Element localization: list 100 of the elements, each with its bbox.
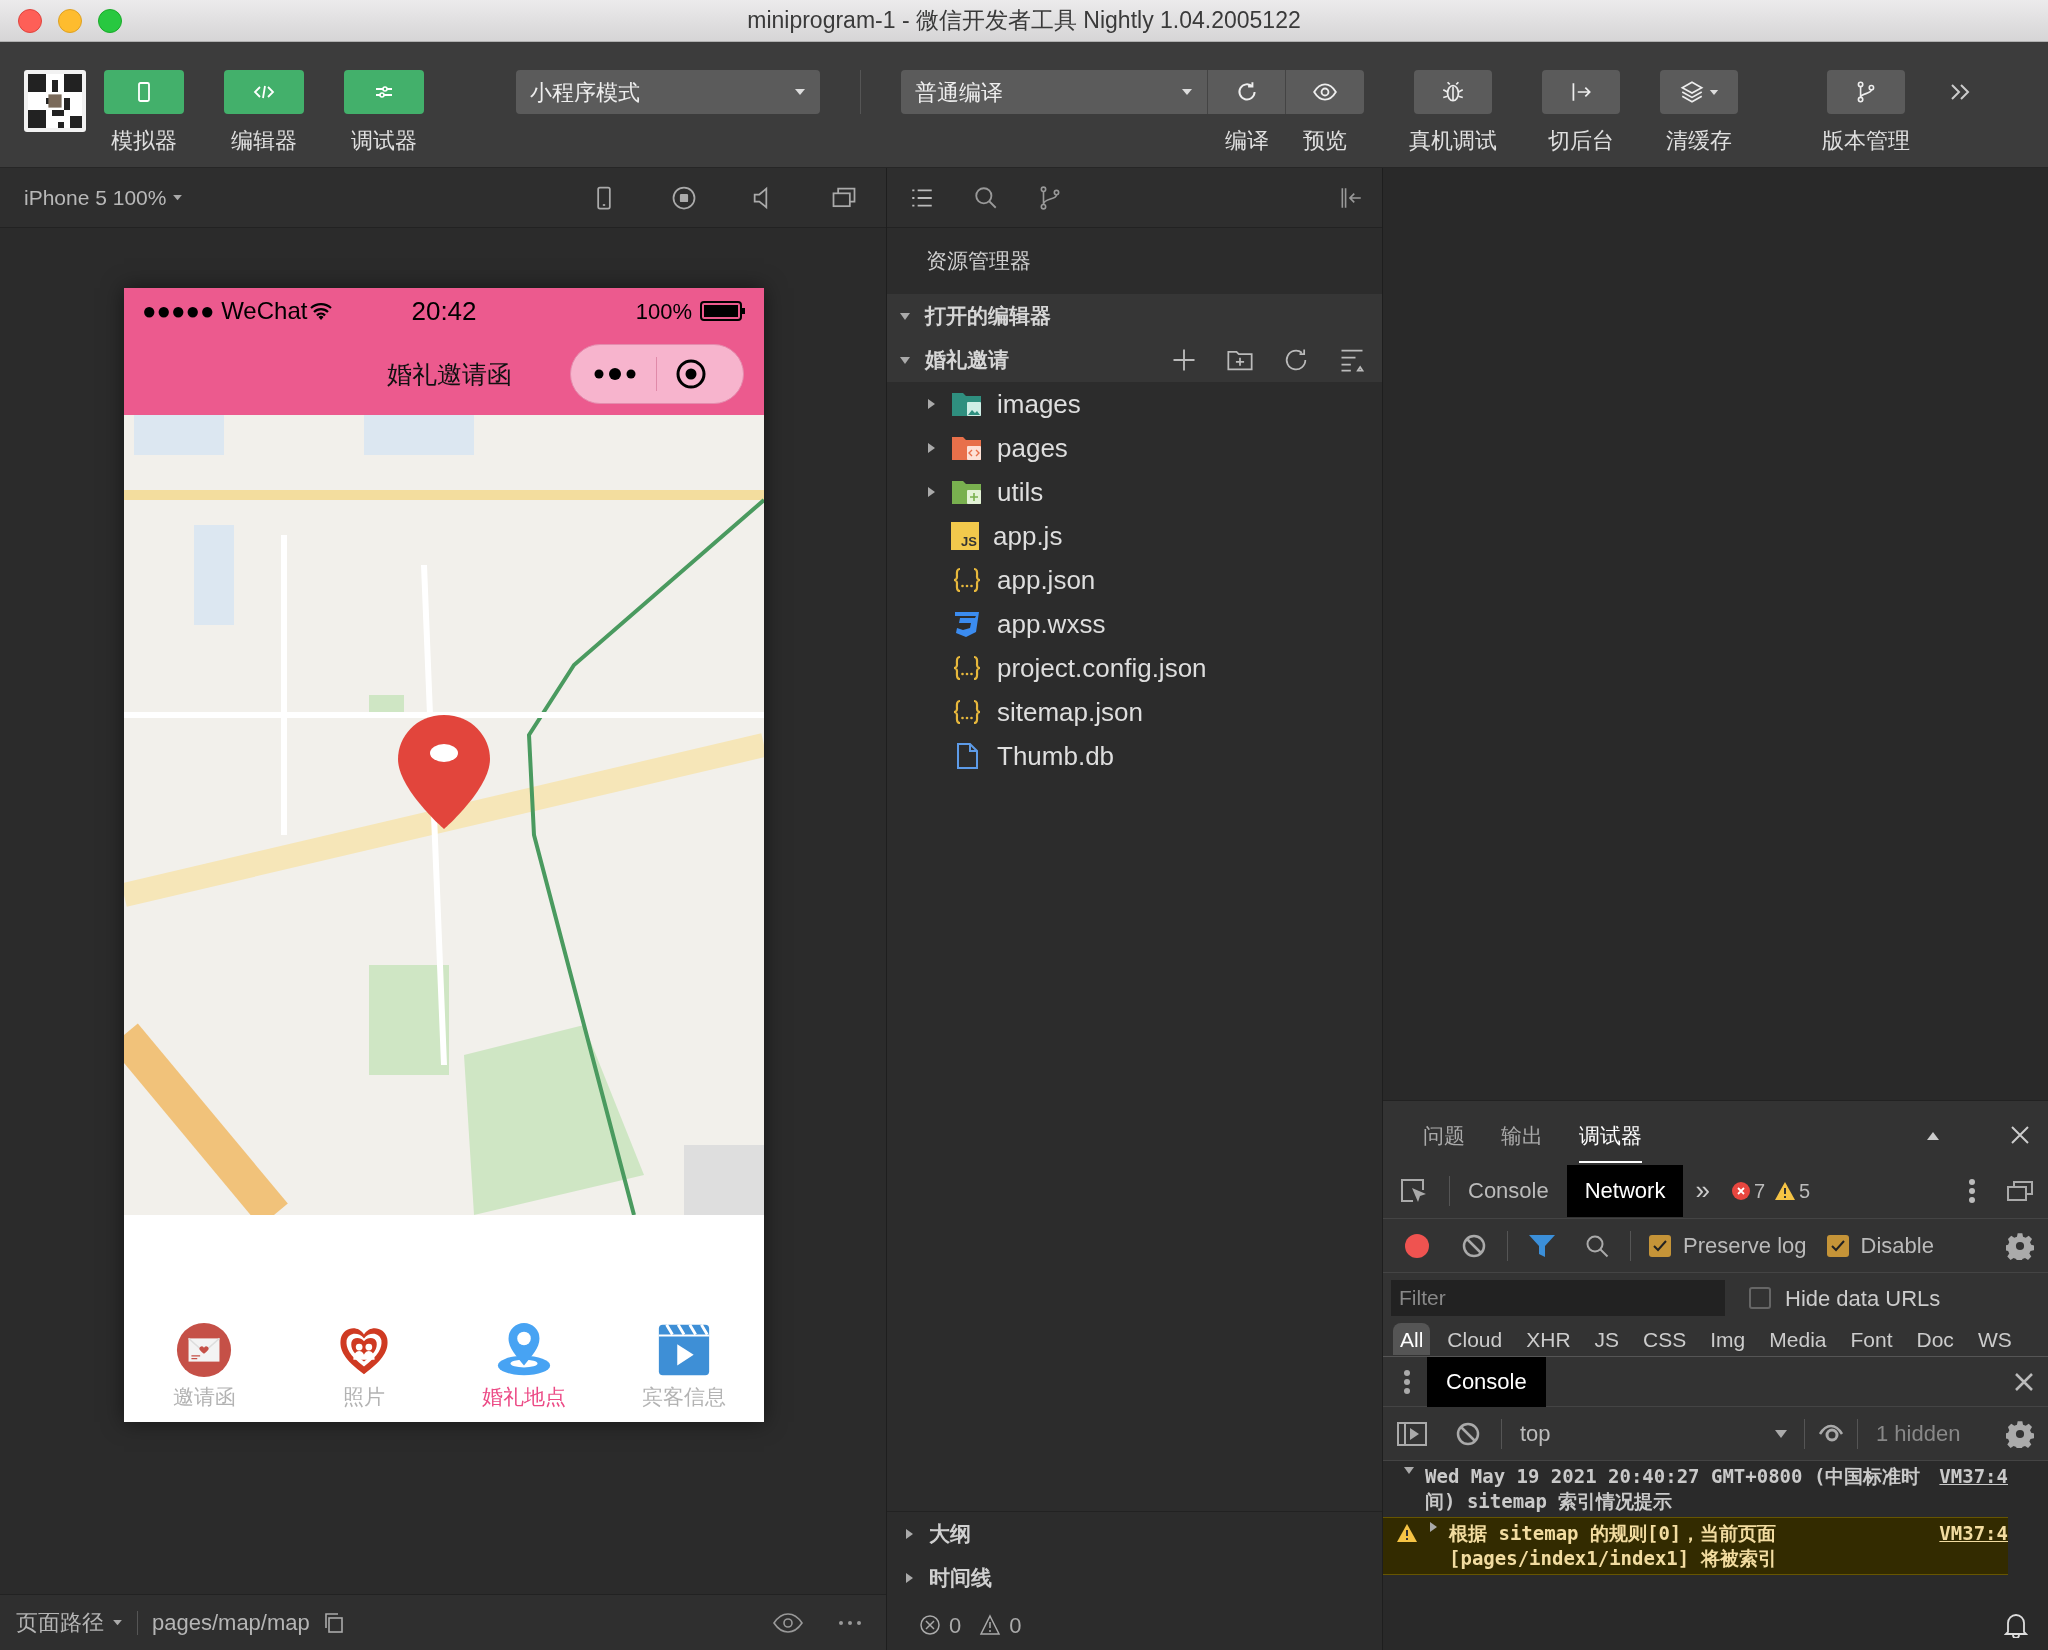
expand-triangle-icon[interactable] bbox=[1427, 1521, 1439, 1533]
type-filter-chip[interactable]: XHR bbox=[1519, 1323, 1578, 1355]
panel-tab[interactable]: 问题 bbox=[1423, 1119, 1465, 1163]
type-filter-chip[interactable]: Img bbox=[1703, 1323, 1753, 1355]
toolbar-label: 真机调试 bbox=[1409, 127, 1497, 155]
devtools-tab[interactable]: Network bbox=[1566, 1164, 1684, 1217]
kebab-menu-icon[interactable] bbox=[1403, 1368, 1411, 1395]
checkbox[interactable] bbox=[1749, 1287, 1771, 1309]
toolbar-label: 编辑器 bbox=[231, 127, 297, 155]
expand-triangle-icon[interactable] bbox=[1403, 1464, 1415, 1476]
undock-icon[interactable] bbox=[2006, 1178, 2034, 1203]
toolbar-icon-button[interactable] bbox=[1208, 70, 1286, 114]
caret-icon bbox=[112, 1619, 123, 1626]
expand-up-icon[interactable] bbox=[1926, 1131, 1940, 1141]
mode-dropdown[interactable]: 小程序模式 bbox=[516, 70, 820, 114]
disclosure-triangle-icon[interactable] bbox=[903, 1528, 915, 1540]
file-tree-item[interactable]: app.json bbox=[887, 558, 1382, 602]
toolbar-icon-button[interactable] bbox=[1414, 70, 1492, 114]
hide-data-urls-checkbox[interactable]: Hide data URLs bbox=[1749, 1281, 1941, 1315]
caret-icon bbox=[1774, 1428, 1788, 1439]
tab-bar-item[interactable]: 婚礼地点 bbox=[444, 1320, 604, 1412]
record-button[interactable] bbox=[1405, 1233, 1429, 1258]
file-tree-item[interactable]: images bbox=[887, 382, 1382, 426]
type-filter-chip[interactable]: Doc bbox=[1909, 1323, 1961, 1355]
page-title: 婚礼邀请函 bbox=[386, 358, 512, 390]
clear-icon[interactable] bbox=[1461, 1232, 1487, 1259]
type-filter-chip[interactable]: Media bbox=[1762, 1323, 1834, 1355]
close-button[interactable] bbox=[18, 8, 42, 33]
settings-icon[interactable] bbox=[2006, 1419, 2034, 1448]
device-dropdown[interactable]: iPhone 5 100% bbox=[24, 181, 184, 214]
devtools-tab[interactable]: Console bbox=[1450, 1164, 1567, 1217]
toolbar-icon-button[interactable] bbox=[1286, 70, 1364, 114]
disable-cache-checkbox[interactable]: Disable bbox=[1826, 1229, 1934, 1262]
sidebar-toggle-icon[interactable] bbox=[1397, 1420, 1427, 1447]
kebab-menu-icon[interactable] bbox=[1968, 1177, 1976, 1204]
type-filter-chip[interactable]: CSS bbox=[1636, 1323, 1694, 1355]
check-icon bbox=[1830, 1239, 1845, 1252]
search-icon[interactable] bbox=[973, 184, 999, 211]
section-header[interactable]: 时间线 bbox=[887, 1556, 1382, 1600]
source-link[interactable]: VM37:4 bbox=[1939, 1464, 2008, 1489]
type-filter-chip[interactable]: Font bbox=[1843, 1323, 1900, 1355]
panel-toggle-button[interactable] bbox=[104, 70, 184, 114]
panel-tab[interactable]: 输出 bbox=[1501, 1119, 1543, 1163]
caret-icon bbox=[794, 88, 806, 96]
type-filter-chip[interactable]: JS bbox=[1587, 1323, 1627, 1355]
disclosure-triangle-icon[interactable] bbox=[899, 310, 911, 322]
file-tree-item[interactable]: Thumb.db bbox=[887, 734, 1382, 778]
page-path-dropdown[interactable]: 页面路径 bbox=[16, 1606, 123, 1639]
disclosure-triangle-icon[interactable] bbox=[925, 486, 937, 498]
type-filter-chip[interactable]: Cloud bbox=[1440, 1323, 1510, 1355]
section-header[interactable]: 婚礼邀请 bbox=[887, 338, 1382, 382]
toolbar-icon-button[interactable] bbox=[1827, 70, 1905, 114]
notification-bell-icon[interactable] bbox=[2004, 1612, 2028, 1638]
caret-icon bbox=[1709, 88, 1719, 96]
type-filter-chip[interactable]: All bbox=[1393, 1323, 1431, 1355]
more-tabs-button[interactable]: » bbox=[1695, 1171, 1710, 1210]
file-tree-item[interactable]: app.wxss bbox=[887, 602, 1382, 646]
js-file-icon: JS bbox=[951, 522, 979, 550]
checkbox[interactable] bbox=[1649, 1234, 1671, 1257]
preserve-log-checkbox[interactable]: Preserve log bbox=[1649, 1229, 1807, 1262]
qr-code-avatar[interactable] bbox=[24, 70, 86, 132]
disclosure-triangle-icon[interactable] bbox=[903, 1572, 915, 1584]
section-header[interactable]: 大纲 bbox=[887, 1512, 1382, 1556]
caret-icon bbox=[172, 194, 184, 201]
settings-icon[interactable] bbox=[2006, 1231, 2034, 1260]
disclosure-triangle-icon[interactable] bbox=[925, 398, 937, 410]
toolbar-label: 调试器 bbox=[351, 127, 417, 155]
disclosure-triangle-icon[interactable] bbox=[899, 354, 911, 366]
file-tree-item[interactable]: pages bbox=[887, 426, 1382, 470]
clear-icon[interactable] bbox=[1455, 1420, 1481, 1447]
error-count: 7 bbox=[1753, 1178, 1765, 1204]
warning-icon bbox=[979, 1614, 1002, 1636]
file-tree-item[interactable]: utils bbox=[887, 470, 1382, 514]
file-tree-item[interactable]: sitemap.json bbox=[887, 690, 1382, 734]
panel-toggle-button[interactable] bbox=[344, 70, 424, 114]
source-link[interactable]: VM37:4 bbox=[1939, 1521, 2008, 1546]
disclosure-triangle-icon[interactable] bbox=[925, 442, 937, 454]
file-tree-item[interactable]: JS app.js bbox=[887, 514, 1382, 558]
checkbox[interactable] bbox=[1826, 1234, 1849, 1257]
panel-toggle-button[interactable] bbox=[224, 70, 304, 114]
eye-icon[interactable] bbox=[772, 1611, 804, 1634]
close-icon[interactable] bbox=[2014, 1371, 2034, 1392]
warning-icon bbox=[1397, 1524, 1417, 1542]
type-filter-chip[interactable]: WS bbox=[1970, 1323, 2019, 1355]
context-dropdown[interactable]: top bbox=[1520, 1417, 1788, 1450]
checkbox-label: Preserve log bbox=[1683, 1232, 1807, 1260]
toolbar-icon-button[interactable] bbox=[1660, 70, 1738, 114]
more-dots-icon[interactable] bbox=[838, 1619, 862, 1626]
more-dots-icon[interactable] bbox=[593, 367, 637, 381]
filter-field[interactable]: Filter bbox=[1391, 1280, 1725, 1316]
toolbar-icon-button[interactable] bbox=[1542, 70, 1620, 114]
section-header[interactable]: 打开的编辑器 bbox=[887, 294, 1382, 338]
drawer-tab[interactable]: Console bbox=[1427, 1356, 1546, 1407]
file-tree-item[interactable]: project.config.json bbox=[887, 646, 1382, 690]
close-target-icon[interactable] bbox=[675, 358, 707, 390]
compile-mode-dropdown[interactable]: 普通编译 bbox=[901, 70, 1208, 114]
close-icon[interactable] bbox=[2010, 1125, 2030, 1145]
panel-tab[interactable]: 调试器 bbox=[1579, 1119, 1642, 1163]
carrier-text: ●●●●● WeChat bbox=[142, 296, 308, 326]
filter-icon[interactable] bbox=[1528, 1232, 1556, 1259]
